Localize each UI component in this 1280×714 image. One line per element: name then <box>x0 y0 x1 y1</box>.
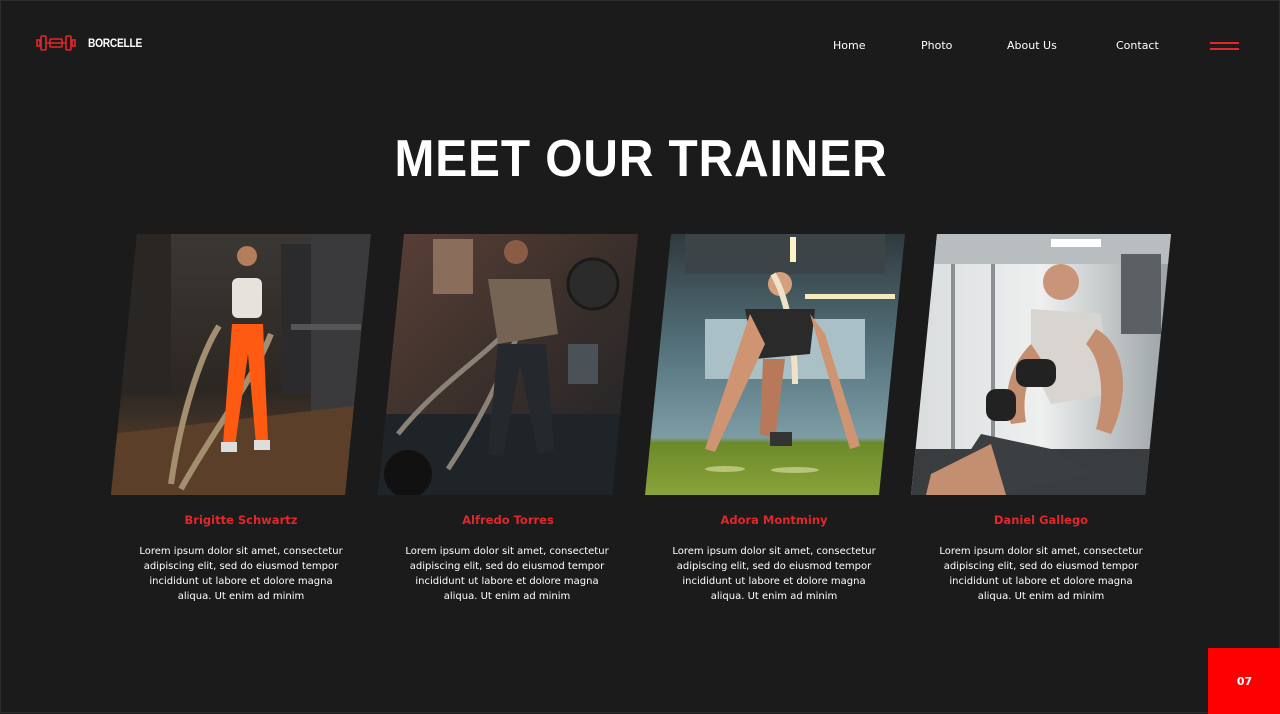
man-battle-ropes-photo <box>378 234 638 495</box>
main-nav: Home Photo About Us Contact <box>1 39 1279 55</box>
trainer-name-brigitte: Brigitte Schwartz <box>184 513 298 527</box>
nav-link-contact[interactable]: Contact <box>1116 39 1159 52</box>
page-title: MEET OUR TRAINER <box>394 130 888 188</box>
trainer-desc-daniel: Lorem ipsum dolor sit amet, consectetur … <box>939 546 1143 602</box>
woman-battle-ropes-photo <box>111 234 371 495</box>
trainer-name-daniel: Daniel Gallego <box>993 513 1089 527</box>
nav-link-about-us[interactable]: About Us <box>1007 39 1057 52</box>
trainer-desc-adora: Lorem ipsum dolor sit amet, consectetur … <box>672 546 876 602</box>
trainer-desc-brigitte: Lorem ipsum dolor sit amet, consectetur … <box>139 546 343 602</box>
trainer-desc-alfredo: Lorem ipsum dolor sit amet, consectetur … <box>405 546 609 602</box>
man-dumbbell-curl-photo <box>911 234 1171 495</box>
trainer-name-alfredo: Alfredo Torres <box>462 513 554 527</box>
trainer-photo-adora <box>645 234 905 495</box>
nav-link-photo[interactable]: Photo <box>921 39 952 52</box>
trainer-photo-alfredo <box>378 234 638 495</box>
woman-sprint-start-photo <box>645 234 905 495</box>
nav-link-home[interactable]: Home <box>833 39 865 52</box>
page-frame: BORCELLE Home Photo About Us Contact MEE… <box>0 0 1280 714</box>
hamburger-menu-icon[interactable] <box>1210 41 1239 51</box>
trainer-photo-brigitte <box>111 234 371 495</box>
trainer-name-adora: Adora Montminy <box>720 513 828 527</box>
trainer-photo-daniel <box>911 234 1171 495</box>
page-number-badge: 07 <box>1208 648 1280 714</box>
